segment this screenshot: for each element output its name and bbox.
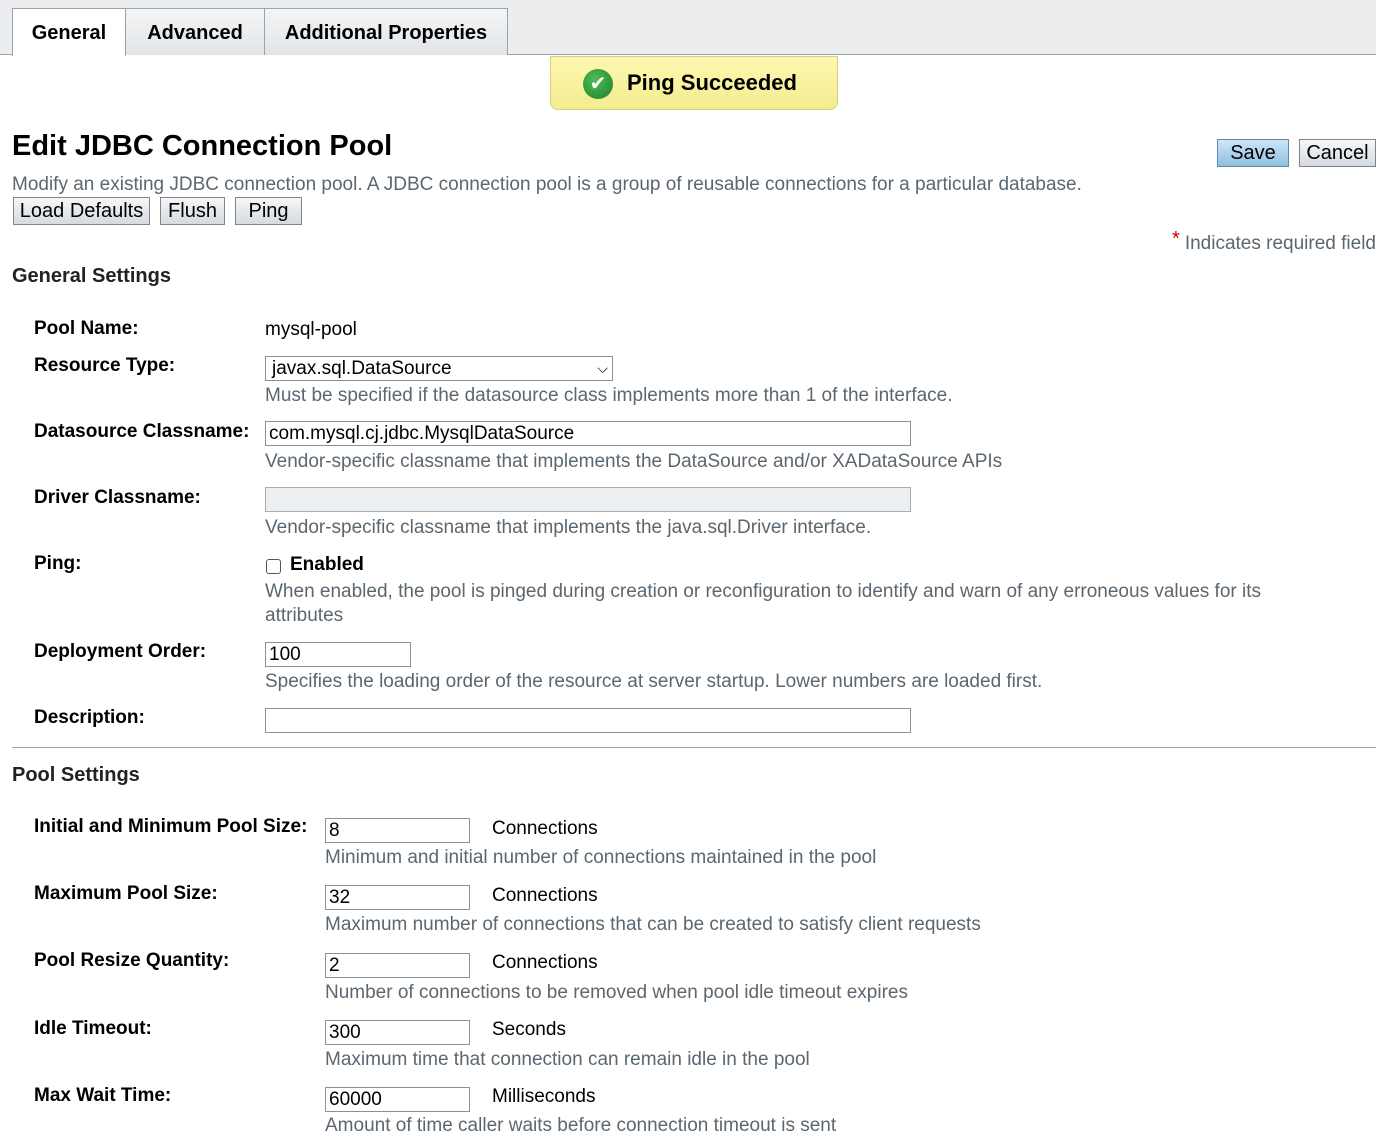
description-input[interactable] [265,708,911,733]
datasource-classname-help: Vendor-specific classname that implement… [265,451,1003,472]
driver-classname-label: Driver Classname: [34,487,201,508]
save-button[interactable]: Save [1217,139,1289,167]
max-pool-size-label: Maximum Pool Size: [34,883,218,904]
resource-type-label: Resource Type: [34,355,176,376]
idle-timeout-unit: Seconds [492,1019,566,1040]
driver-classname-help: Vendor-specific classname that implement… [265,517,872,538]
max-pool-size-unit: Connections [492,885,598,906]
idle-timeout-help: Maximum time that connection can remain … [325,1049,810,1070]
page-title: Edit JDBC Connection Pool [12,130,393,162]
max-wait-time-unit: Milliseconds [492,1086,596,1107]
initial-min-pool-size-unit: Connections [492,818,598,839]
ping-enabled-label: Enabled [290,554,364,575]
datasource-classname-input[interactable]: com.mysql.cj.jdbc.MysqlDataSource [265,421,911,446]
driver-classname-input[interactable] [265,487,911,512]
max-wait-time-label: Max Wait Time: [34,1085,172,1106]
max-pool-size-input[interactable]: 32 [325,885,470,910]
initial-min-pool-size-input[interactable]: 8 [325,818,470,843]
idle-timeout-input[interactable]: 300 [325,1020,470,1045]
deployment-order-help: Specifies the loading order of the resou… [265,671,1043,692]
max-pool-size-help: Maximum number of connections that can b… [325,914,981,935]
deployment-order-label: Deployment Order: [34,641,207,662]
tab-bar: General Advanced Additional Properties [0,0,1376,56]
idle-timeout-label: Idle Timeout: [34,1018,152,1039]
resource-type-selected-value: javax.sql.DataSource [272,358,452,379]
description-label: Description: [34,707,145,728]
tab-additional-properties[interactable]: Additional Properties [264,8,508,55]
pool-resize-quantity-unit: Connections [492,952,598,973]
load-defaults-button[interactable]: Load Defaults [13,197,150,225]
required-note-text: Indicates required field [1184,233,1376,254]
ping-enabled-checkbox[interactable] [266,559,281,574]
resource-type-help: Must be specified if the datasource clas… [265,385,953,406]
ping-succeeded-notification: ✔ Ping Succeeded [550,56,838,110]
max-wait-time-help: Amount of time caller waits before conne… [325,1115,837,1136]
chevron-down-icon: ⌵ [597,360,608,376]
tab-general[interactable]: General [12,8,126,56]
ping-button[interactable]: Ping [235,197,302,225]
pool-resize-quantity-input[interactable]: 2 [325,953,470,978]
max-wait-time-input[interactable]: 60000 [325,1087,470,1112]
pool-settings-title: Pool Settings [12,764,140,786]
pool-name-label: Pool Name: [34,318,139,339]
ping-label: Ping: [34,553,82,574]
tab-advanced[interactable]: Advanced [125,8,265,55]
pool-resize-quantity-label: Pool Resize Quantity: [34,950,230,971]
check-circle-icon: ✔ [583,69,613,99]
initial-min-pool-size-help: Minimum and initial number of connection… [325,847,877,868]
deployment-order-input[interactable]: 100 [265,642,411,667]
resource-type-select[interactable]: javax.sql.DataSource ⌵ [265,356,613,381]
initial-min-pool-size-label: Initial and Minimum Pool Size: [34,816,308,837]
pool-name-value: mysql-pool [265,319,357,340]
datasource-classname-label: Datasource Classname: [34,421,250,442]
page-description: Modify an existing JDBC connection pool.… [12,174,1082,195]
pool-resize-quantity-help: Number of connections to be removed when… [325,982,908,1003]
general-settings-title: General Settings [12,265,171,287]
required-star-icon: * [1172,228,1180,250]
cancel-button[interactable]: Cancel [1299,139,1376,167]
notification-text: Ping Succeeded [627,70,797,95]
ping-help: When enabled, the pool is pinged during … [265,581,1261,626]
required-field-note: * Indicates required field [1172,228,1376,255]
section-divider [12,747,1376,748]
flush-button[interactable]: Flush [160,197,225,225]
